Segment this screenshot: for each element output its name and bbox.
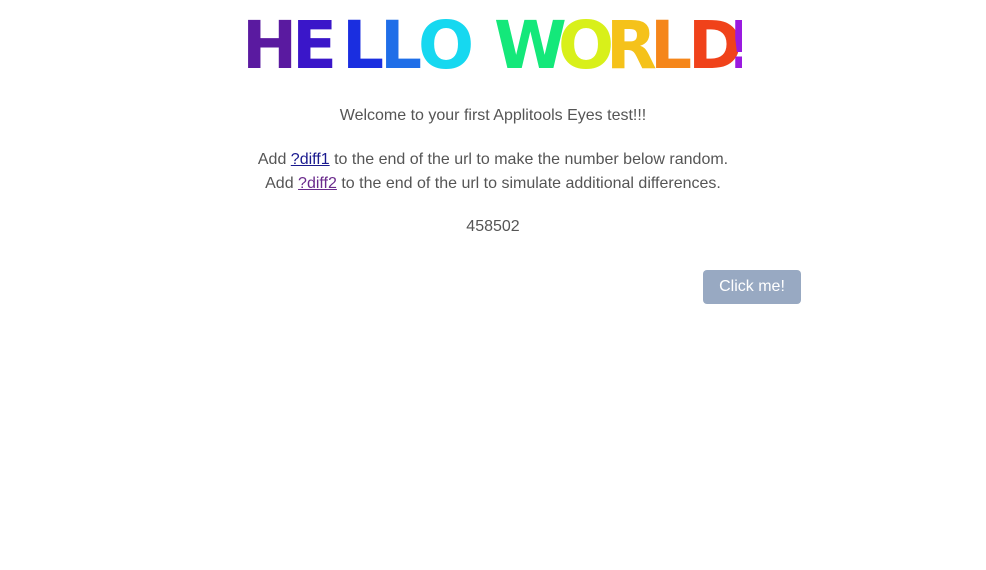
click-me-button[interactable]: Click me! [703,270,801,304]
diff1-instruction: Add ?diff1 to the end of the url to make… [0,148,986,172]
diff2-instruction: Add ?diff2 to the end of the url to simu… [0,172,986,196]
diff1-prefix: Add [257,151,291,168]
random-number: 458502 [466,218,520,235]
hero-letter-l2: L [380,7,422,78]
hero-letter-l3: L [650,7,692,78]
hero-letter-o1: O [418,7,474,78]
diff2-suffix: to the end of the url to simulate additi… [336,175,721,192]
hero-letter-w: W [494,7,567,78]
diff1-suffix: to the end of the url to make the number… [329,151,729,168]
hero-letter-e: E [292,7,337,78]
welcome-text: Welcome to your first Applitools Eyes te… [339,107,647,124]
hero-letter-bang: ! [726,7,742,78]
diff2-prefix: Add [265,175,299,192]
diff1-link[interactable]: ?diff1 [291,151,330,168]
hello-world-title: H E L L O W O R L D ! [242,7,742,78]
hero-letter-h: H [242,7,297,78]
diff2-link[interactable]: ?diff2 [298,175,337,192]
hero-letter-l1: L [342,7,384,78]
